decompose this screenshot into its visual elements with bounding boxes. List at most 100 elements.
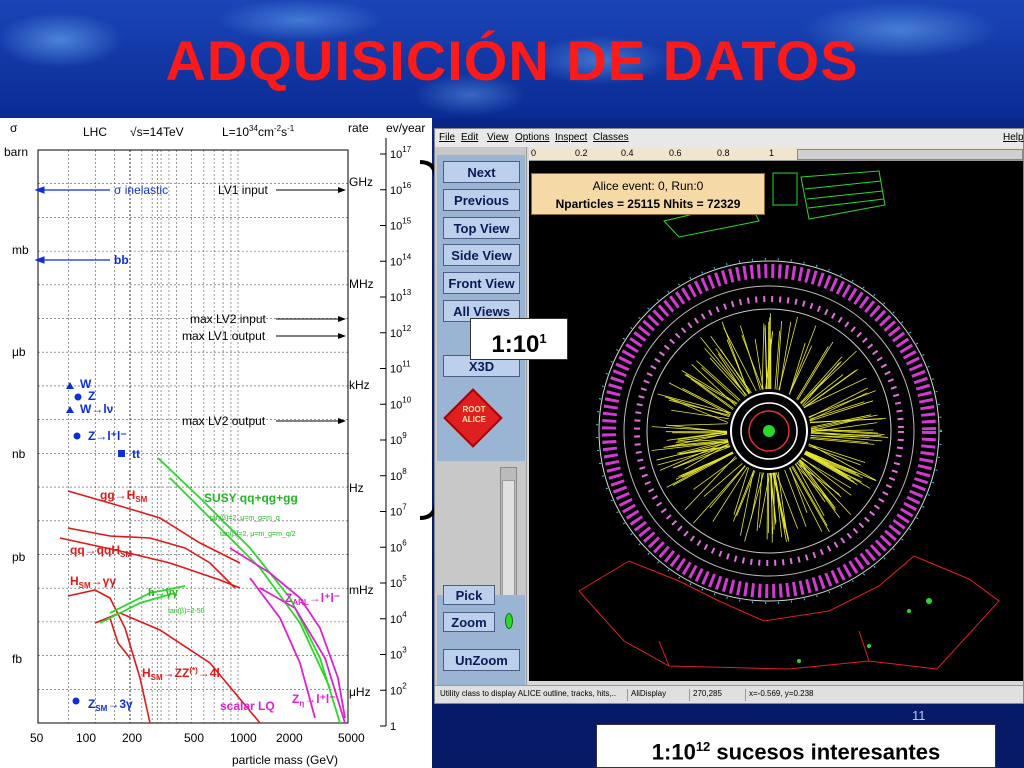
blue-processes: σ inelastic bb W Z W→lν Z→l⁺l⁻ tt ZSM→3γ <box>34 183 168 713</box>
track <box>784 469 807 527</box>
zoom-slider-thumb[interactable] <box>502 480 515 596</box>
ruler-tick-4: 0.8 <box>717 148 730 158</box>
ruler-tick-1: 0.2 <box>575 148 588 158</box>
status-coords: x=-0.569, y=0.238 <box>745 689 814 701</box>
track <box>758 472 770 528</box>
energy-label: √s=14TeV <box>130 125 184 139</box>
y-rate-label: MHz <box>349 277 374 291</box>
track <box>744 472 765 542</box>
track <box>756 472 763 531</box>
susy-small-1: tan(β)=2, μ=m_g=m_q <box>210 515 280 522</box>
max-lv1-output-label: max LV1 output <box>182 329 266 343</box>
unzoom-button[interactable]: UnZoom <box>443 649 520 671</box>
z-marker <box>74 393 82 401</box>
muon-line-2 <box>806 190 884 200</box>
muon-line-1 <box>804 180 882 190</box>
h-gg-label: HSM→γγ <box>70 574 116 590</box>
h-ggamma-label: h→γγ <box>148 587 179 599</box>
x-tick-label: 1000 <box>230 731 257 745</box>
track <box>788 467 823 532</box>
top-view-button[interactable]: Top View <box>443 217 520 239</box>
ev-tick-label: 1014 <box>390 252 412 268</box>
zll-label: Z→l⁺l⁻ <box>88 429 127 443</box>
track <box>808 387 869 419</box>
menu-inspect[interactable]: Inspect <box>555 132 587 143</box>
ruler-tick-2: 0.4 <box>621 148 634 158</box>
track <box>794 463 831 503</box>
y-rate-label: kHz <box>349 378 370 392</box>
pick-button[interactable]: Pick <box>443 585 495 605</box>
ev-tick-label: 104 <box>390 610 407 626</box>
ruler-tick-5: 1 <box>769 148 775 158</box>
wlnu-label: W→lν <box>80 402 114 416</box>
y-left-label: fb <box>12 652 22 666</box>
menu-edit[interactable]: Edit <box>461 132 478 143</box>
front-view-button[interactable]: Front View <box>443 272 520 294</box>
y-left-label: pb <box>12 550 26 564</box>
ratio-callout: 1:101 <box>470 318 568 360</box>
status-hint: Utility class to display ALICE outline, … <box>440 689 617 698</box>
susy-small-2: tan(β)=2, μ=m_g=m_q/2 <box>220 531 296 538</box>
muon-chamber-mid <box>772 172 798 206</box>
tt-label: tt <box>132 447 140 461</box>
menu-view[interactable]: View <box>487 132 509 143</box>
lhc-label: LHC <box>83 125 107 139</box>
track <box>715 348 750 395</box>
x-tick-label: 500 <box>184 731 204 745</box>
wlnu-marker <box>66 406 74 413</box>
zeta-label: Zη→l⁺l⁻ <box>292 692 336 708</box>
h-zz-kink <box>109 617 131 659</box>
track <box>800 361 842 405</box>
qq-qqh-label: qq→qqHSM <box>70 543 132 559</box>
sigma-symbol: σ <box>10 121 18 135</box>
x-tick-label: 2000 <box>276 731 303 745</box>
y-left-label: mb <box>12 243 29 257</box>
ev-tick-label: 103 <box>390 646 407 662</box>
zoom-indicator-led <box>505 613 513 629</box>
menu-options[interactable]: Options <box>515 132 549 143</box>
ruler-tick-0: 0 <box>531 148 537 158</box>
y-rate-label: mHz <box>349 583 374 597</box>
cross-section-plot-svg: σ barn LHC √s=14TeV L=1034cm-2s-1 rate e… <box>4 121 425 767</box>
zoom-slider[interactable] <box>500 467 517 602</box>
zll-marker <box>73 432 81 440</box>
ev-tick-label: 107 <box>390 503 407 519</box>
ev-tick-label: 1017 <box>390 145 412 161</box>
side-view-button[interactable]: Side View <box>443 244 520 266</box>
ev-tick-label: 1016 <box>390 181 412 197</box>
bb-arrowhead <box>34 256 45 264</box>
y-left-label: μb <box>12 345 26 359</box>
page-number: 11 <box>912 708 926 723</box>
track <box>672 452 734 486</box>
lumi-label: L=1034cm-2s-1 <box>222 124 295 139</box>
menu-help[interactable]: Help <box>1003 132 1024 143</box>
barn-label: barn <box>4 145 28 159</box>
interesting-events-callout: 1:1012 sucesos interesantes <box>596 724 996 768</box>
max-lv2-input-arrowhead <box>338 316 346 322</box>
tanb-label: tan(β)=2-50 <box>168 608 205 615</box>
track <box>657 393 732 414</box>
plot-grid <box>38 149 348 723</box>
scalar-lq-label: scalar LQ <box>220 699 275 713</box>
track <box>740 469 754 536</box>
track <box>703 463 743 497</box>
next-button[interactable]: Next <box>443 161 520 183</box>
ruler-tick-3: 0.6 <box>669 148 682 158</box>
inelastic-label: σ inelastic <box>114 183 168 197</box>
event-info-line2: Nparticles = 25115 Nhits = 72329 <box>555 197 741 211</box>
x-tick-label: 50 <box>30 731 44 745</box>
track <box>810 436 869 443</box>
susy-label: SUSY qq+qg+gg <box>204 491 298 505</box>
slide-title: ADQUISICIÓN DE DATOS <box>165 29 859 92</box>
muon-arm-seg-1 <box>658 640 670 667</box>
menu-classes[interactable]: Classes <box>593 132 629 143</box>
menu-file[interactable]: File <box>439 132 455 143</box>
x-tick-label: 100 <box>76 731 96 745</box>
zoom-button[interactable]: Zoom <box>443 612 495 632</box>
previous-button[interactable]: Previous <box>443 189 520 211</box>
zoom-ruler[interactable]: 0 0.2 0.4 0.6 0.8 1 <box>529 147 1023 161</box>
track <box>741 335 763 390</box>
event-display-canvas[interactable]: Alice event: 0, Run:0 Nparticles = 25115… <box>529 161 1023 681</box>
x-axis-ticks: 50 100 200 500 1000 2000 5000 <box>30 731 365 745</box>
y-axis-ev-labels: 1017 1016 1015 1014 1013 1012 1011 1010 109 108 10… <box>380 145 412 733</box>
